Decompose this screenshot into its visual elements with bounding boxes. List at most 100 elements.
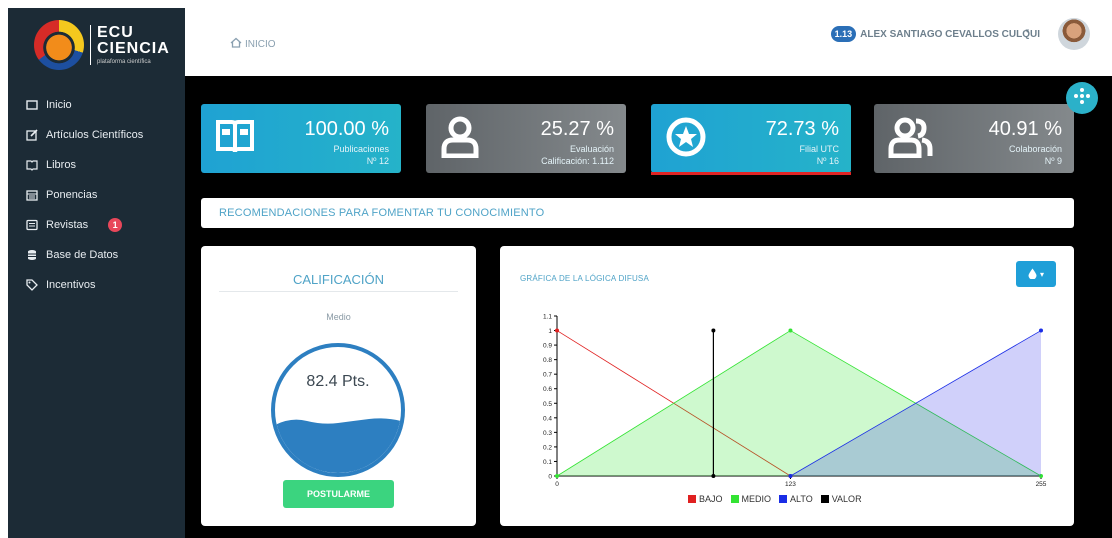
legend-label: VALOR xyxy=(831,494,862,504)
sidebar-item-libros[interactable]: Libros xyxy=(8,150,185,180)
divider xyxy=(219,291,458,292)
sidebar-item-inicio[interactable]: Inicio xyxy=(8,90,185,120)
avatar[interactable] xyxy=(1058,18,1090,50)
stat-percent: 25.27 % xyxy=(540,118,614,140)
stat-card-publicaciones[interactable]: 100.00 % Publicaciones Nº 12 xyxy=(201,104,401,173)
legend-swatch xyxy=(688,495,696,503)
sidebar-item-label: Incentivos xyxy=(46,279,96,291)
legend-item-valor: VALOR xyxy=(820,494,862,504)
fuzzy-logic-chart-card: GRÁFICA DE LA LÓGICA DIFUSA ▾ 0 0.1 0.2 0.3… xyxy=(500,246,1074,526)
sidebar-item-label: Base de Datos xyxy=(46,249,119,261)
brand-name: ECU CIENCIA plataforma científica xyxy=(97,24,170,66)
sidebar-item-label: Inicio xyxy=(46,99,72,111)
chart-legend: BAJO MEDIO ALTO VALOR xyxy=(688,494,862,504)
data-point-valor xyxy=(711,474,716,478)
user-icon xyxy=(440,116,480,163)
y-tick-label: 0.5 xyxy=(543,401,552,408)
recommendations-banner: RECOMENDACIONES PARA FOMENTAR TU CONOCIM… xyxy=(201,198,1074,228)
sidebar-item-label: Libros xyxy=(46,159,76,171)
brand-tagline: plataforma científica xyxy=(97,59,151,65)
stat-percent: 40.91 % xyxy=(988,118,1062,140)
sidebar-item-articulos[interactable]: Artículos Científicos xyxy=(8,120,185,150)
legend-label: ALTO xyxy=(790,494,813,504)
active-tab-indicator xyxy=(651,172,851,175)
legend-item-medio: MEDIO xyxy=(730,494,772,504)
stat-label: Filial UTC xyxy=(799,144,840,154)
y-tick-label: 0.8 xyxy=(543,357,552,364)
y-tick-label: 0.2 xyxy=(543,444,552,451)
y-tick-label: 1.1 xyxy=(543,314,552,321)
sidebar-item-label: Artículos Científicos xyxy=(46,129,144,141)
legend-item-bajo: BAJO xyxy=(688,494,723,504)
legend-swatch xyxy=(730,495,739,503)
stat-label: Publicaciones xyxy=(333,144,389,154)
sidebar: ECU CIENCIA plataforma científica Inicio… xyxy=(8,8,185,538)
chevron-down-icon: ▾ xyxy=(1025,28,1029,35)
user-menu[interactable]: 1.13 ALEX SANTIAGO CEVALLOS CULQUI ▾ xyxy=(830,18,1090,50)
x-tick-label: 255 xyxy=(1036,481,1047,488)
legend-swatch xyxy=(779,495,788,503)
y-tick-label: 1 xyxy=(548,328,552,335)
main-content: 100.00 % Publicaciones Nº 12 25.27 % Eva… xyxy=(185,76,1112,538)
data-point-valor xyxy=(711,328,716,333)
window-icon xyxy=(26,99,38,111)
x-tick-label: 123 xyxy=(785,481,796,488)
star-icon xyxy=(665,116,707,163)
legend-label: BAJO xyxy=(699,494,723,504)
stat-card-filial[interactable]: 72.73 % Filial UTC Nº 16 xyxy=(651,104,851,173)
data-point-medio xyxy=(788,328,793,333)
tag-icon xyxy=(26,279,38,291)
y-tick-label: 0.6 xyxy=(543,386,552,393)
home-icon xyxy=(230,37,242,51)
rating-card: CALIFICACIÓN Medio 82.4 Pts. POSTULARME xyxy=(201,246,476,526)
user-name: ALEX SANTIAGO CEVALLOS CULQUI xyxy=(860,28,1040,40)
sidebar-item-revistas[interactable]: Revistas 1 xyxy=(8,210,185,240)
users-icon xyxy=(888,116,934,163)
rating-title: CALIFICACIÓN xyxy=(292,272,384,287)
stat-label: Evaluación xyxy=(569,144,614,154)
legend-item-alto: ALTO xyxy=(779,494,813,504)
news-icon xyxy=(26,219,38,231)
top-bar: INICIO 1.13 ALEX SANTIAGO CEVALLOS CULQU… xyxy=(185,8,1112,76)
logo-divider xyxy=(90,25,91,65)
fuzzy-chart-svg: 0 0.1 0.2 0.3 0.4 0.5 0.6 0.7 0.8 0.9 1 1.1 0 123 255 xyxy=(543,314,1047,489)
sidebar-item-ponencias[interactable]: Ponencias xyxy=(8,180,185,210)
score-gauge: 82.4 Pts. xyxy=(271,343,405,477)
y-tick-label: 0.9 xyxy=(543,343,552,350)
stat-label: Colaboración xyxy=(1008,144,1062,154)
y-tick-label: 0 xyxy=(548,474,552,481)
stat-detail: Nº 16 xyxy=(816,156,839,166)
database-icon xyxy=(26,249,38,261)
sidebar-item-base-de-datos[interactable]: Base de Datos xyxy=(8,240,185,270)
stat-card-evaluacion[interactable]: 25.27 % Evaluación Calificación: 1.112 xyxy=(426,104,626,173)
stat-percent: 100.00 % xyxy=(304,118,389,140)
data-point-alto xyxy=(1039,328,1043,333)
floating-action-button[interactable] xyxy=(1066,82,1098,114)
stat-card-colaboracion[interactable]: 40.91 % Colaboración Nº 9 xyxy=(874,104,1074,173)
brand-line1: ECU xyxy=(97,24,134,41)
rating-level: Medio xyxy=(326,312,351,322)
legend-label: MEDIO xyxy=(741,494,772,504)
calendar-icon xyxy=(26,189,38,201)
data-point-alto xyxy=(788,474,793,478)
network-icon xyxy=(1073,87,1091,110)
postularme-button[interactable]: POSTULARME xyxy=(283,480,394,508)
breadcrumb-label: INICIO xyxy=(245,38,276,50)
sidebar-nav: Inicio Artículos Científicos Libros Pone… xyxy=(8,90,185,300)
y-tick-label: 0.3 xyxy=(543,430,552,437)
data-point-bajo xyxy=(555,328,559,333)
y-tick-label: 0.4 xyxy=(543,415,552,422)
sidebar-item-incentivos[interactable]: Incentivos xyxy=(8,270,185,300)
stat-percent: 72.73 % xyxy=(765,118,839,140)
score-points: 82.4 Pts. xyxy=(306,373,370,390)
user-score-badge: 1.13 xyxy=(830,26,857,42)
y-tick-label: 0.1 xyxy=(543,459,552,466)
brand-line2: CIENCIA xyxy=(97,40,170,57)
stat-detail: Calificación: 1.112 xyxy=(541,156,614,166)
brand-logo[interactable]: ECU CIENCIA plataforma científica xyxy=(8,8,185,82)
sidebar-item-label: Revistas xyxy=(46,219,89,231)
data-point-medio xyxy=(555,474,559,478)
breadcrumb[interactable]: INICIO xyxy=(230,37,276,51)
legend-swatch xyxy=(820,495,829,503)
stat-detail: Nº 9 xyxy=(1044,156,1062,166)
